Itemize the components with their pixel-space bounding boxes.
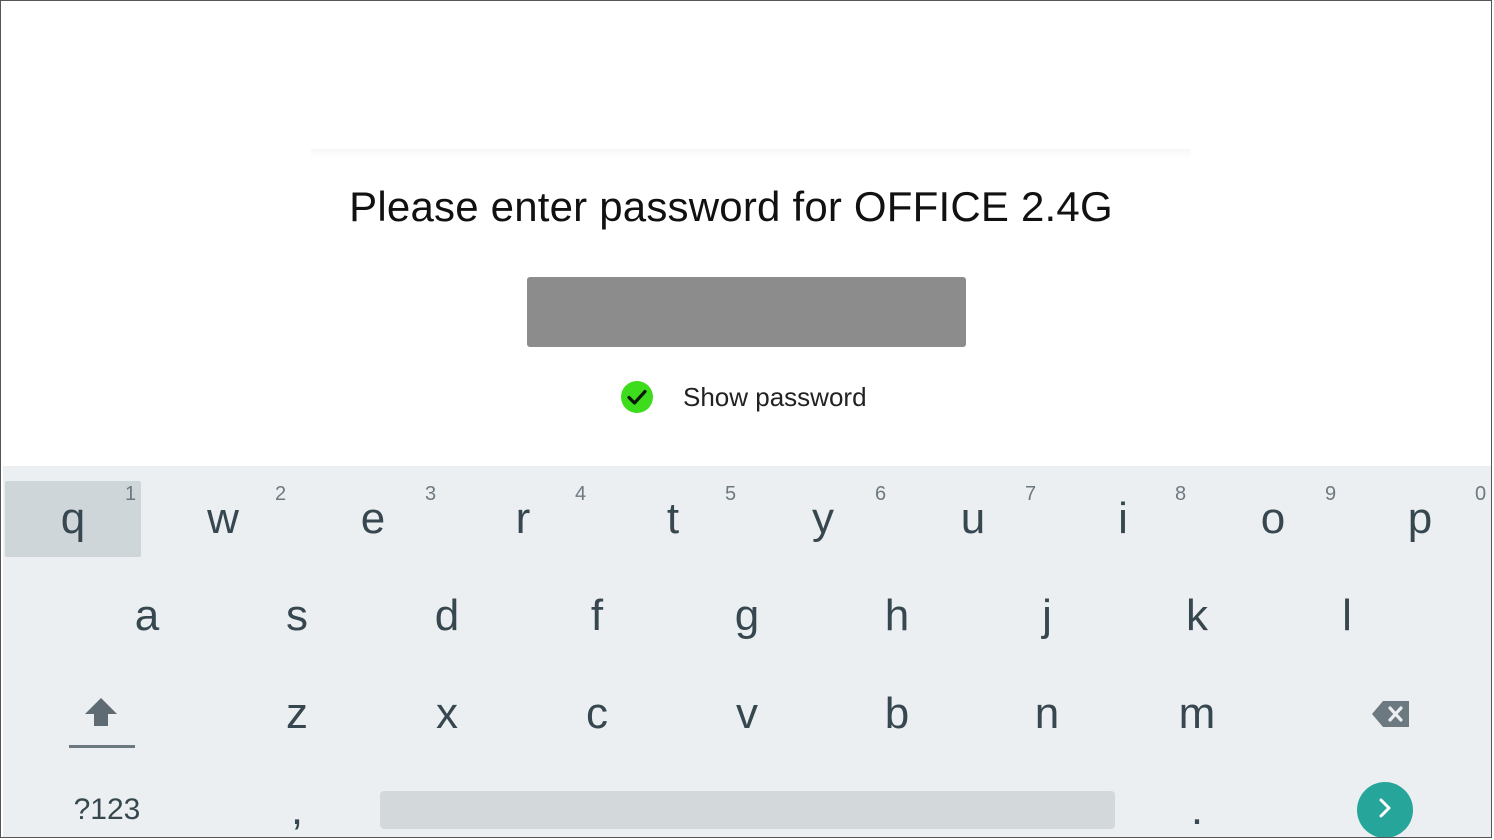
comma-key[interactable]: , [229,772,365,837]
key-label: s [286,591,308,640]
key-p[interactable]: p [1355,481,1485,557]
key-a[interactable]: a [79,578,215,654]
key-e[interactable]: e [305,481,441,557]
key-hint: 8 [1175,483,1187,505]
key-label: b [884,689,910,738]
check-icon [621,381,653,413]
key-j[interactable]: j [979,578,1115,654]
key-q[interactable]: q [5,481,141,557]
key-s[interactable]: s [229,578,365,654]
key-label: x [436,689,458,738]
key-label: a [134,591,160,640]
key-label: q [60,494,86,543]
key-hint: 3 [425,483,437,505]
key-label: z [286,689,308,738]
key-d[interactable]: d [379,578,515,654]
key-m[interactable]: m [1129,676,1265,752]
backspace-key[interactable] [1323,676,1459,752]
key-label: k [1186,591,1208,640]
key-label: m [1178,689,1216,738]
space-key[interactable] [380,791,1115,829]
key-label: l [1342,591,1352,640]
key-c[interactable]: c [529,676,665,752]
key-hint: 7 [1025,483,1037,505]
key-label: h [884,591,910,640]
key-label: w [207,494,239,543]
key-v[interactable]: v [679,676,815,752]
key-u[interactable]: u [905,481,1041,557]
backspace-icon [1371,689,1411,739]
symbols-key[interactable]: ?123 [39,772,175,837]
dialog-title: Please enter password for OFFICE 2.4G [349,183,1113,230]
soft-keyboard: q 1 w 2 e 3 r 4 t 5 y 6 u 7 i 8 o 9 p 0 … [3,466,1491,837]
chevron-right-icon [1376,797,1394,824]
key-o[interactable]: o [1205,481,1341,557]
key-label: . [1190,785,1204,834]
key-b[interactable]: b [829,676,965,752]
key-g[interactable]: g [679,578,815,654]
key-label: d [434,591,460,640]
key-hint: 5 [725,483,737,505]
key-n[interactable]: n [979,676,1115,752]
key-hint: 1 [125,483,137,505]
key-label: n [1034,689,1060,738]
key-label: p [1407,494,1433,543]
key-t[interactable]: t [605,481,741,557]
enter-key[interactable] [1357,782,1413,837]
key-label: e [360,494,386,543]
key-label: r [515,494,531,543]
shift-indicator [69,745,135,748]
key-label: f [590,591,604,640]
key-h[interactable]: h [829,578,965,654]
key-label: u [960,494,986,543]
screen: Please enter password for OFFICE 2.4G Sh… [0,0,1492,838]
key-f[interactable]: f [529,578,665,654]
show-password-label: Show password [683,381,867,412]
password-input[interactable] [527,277,966,347]
key-w[interactable]: w [155,481,291,557]
dialog-shadow [311,149,1191,159]
key-y[interactable]: y [755,481,891,557]
key-label: g [734,591,760,640]
shift-icon [83,689,119,739]
key-label: t [666,494,680,543]
key-hint: 6 [875,483,887,505]
shift-key[interactable] [33,676,169,752]
key-r[interactable]: r [455,481,591,557]
key-l[interactable]: l [1279,578,1415,654]
key-label: c [586,689,608,738]
key-k[interactable]: k [1129,578,1265,654]
period-key[interactable]: . [1129,772,1265,837]
key-hint: 4 [575,483,587,505]
key-hint: 2 [275,483,287,505]
key-label: i [1118,494,1128,543]
key-label: ?123 [73,793,141,826]
show-password-checkbox[interactable]: Show password [621,379,867,415]
key-label: j [1042,591,1052,640]
key-label: o [1260,494,1286,543]
key-hint: 9 [1325,483,1337,505]
key-label: y [812,494,834,543]
key-label: , [290,785,304,834]
key-hint: 0 [1475,483,1487,505]
key-label: v [736,689,758,738]
key-x[interactable]: x [379,676,515,752]
key-i[interactable]: i [1055,481,1191,557]
key-z[interactable]: z [229,676,365,752]
